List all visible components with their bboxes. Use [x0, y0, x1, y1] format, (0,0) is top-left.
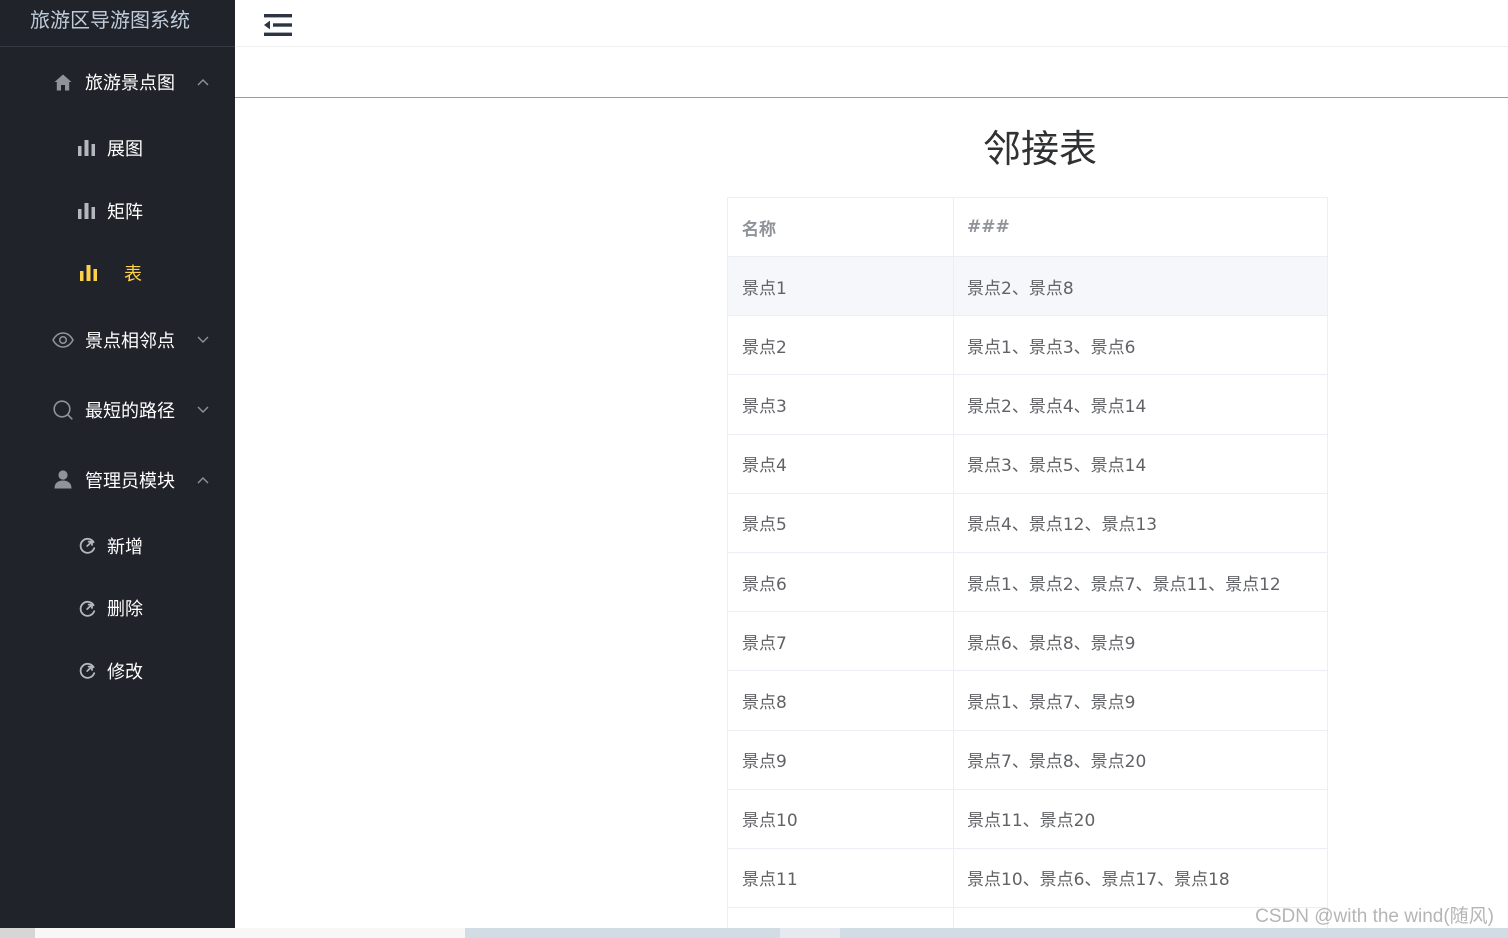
cell-neighbors: 景点1、景点2、景点7、景点11、景点12 — [967, 574, 1281, 595]
adjacency-table: 名称 ### 景点1 景点2、景点8 景点2 景点1、景点3、景点6 景点3 景… — [727, 197, 1328, 928]
cell-neighbors: 景点1、景点7、景点9 — [967, 692, 1136, 713]
chevron-down-icon — [197, 406, 209, 413]
table-row: 景点3 景点2、景点4、景点14 — [728, 375, 1327, 435]
menu-label: 管理员模块 — [85, 470, 175, 492]
cell-neighbors: 景点7、景点8、景点20 — [967, 752, 1147, 773]
chevron-down-icon — [197, 336, 209, 343]
eye-icon — [52, 330, 74, 350]
table-row: 景点9 景点7、景点8、景点20 — [728, 730, 1327, 790]
sidebar-menu: 旅游景点图 展图 矩阵 表 景点相邻点 最短的路径 管理员模块 新增 删除 修改 — [0, 47, 235, 702]
menu-item-label: 删除 — [107, 599, 143, 621]
cell-neighbors: 景点3、景点5、景点14 — [967, 456, 1147, 477]
menu-item-label: 展图 — [107, 139, 143, 161]
fold-icon[interactable] — [264, 13, 292, 37]
cell-neighbors: 景点6、景点8、景点9 — [967, 633, 1136, 654]
table-row: 景点2 景点1、景点3、景点6 — [728, 316, 1327, 376]
cell-neighbors: 景点10、景点6、景点17、景点18 — [967, 870, 1230, 891]
refresh-icon — [78, 599, 96, 617]
table-row: 景点4 景点3、景点5、景点14 — [728, 434, 1327, 494]
menu-label: 最短的路径 — [85, 400, 175, 422]
menu-item-edit[interactable]: 修改 — [0, 640, 235, 703]
menu-admin-module[interactable]: 管理员模块 — [0, 445, 235, 515]
menu-item-delete[interactable]: 删除 — [0, 577, 235, 640]
cell-name: 景点6 — [728, 552, 954, 612]
search-icon — [52, 399, 74, 420]
menu-item-label: 修改 — [107, 661, 143, 683]
refresh-icon — [78, 537, 96, 555]
table-row: 景点10 景点11、景点20 — [728, 789, 1327, 849]
submenu-admin-module: 新增 删除 修改 — [0, 515, 235, 703]
menu-item-label: 矩阵 — [107, 201, 143, 223]
bar-chart-icon — [78, 202, 96, 220]
bar-chart-icon — [80, 264, 98, 282]
top-navbar — [235, 0, 1508, 47]
cell-neighbors: 景点2、景点8 — [967, 278, 1074, 299]
sidebar: 旅游区导游图系统 旅游景点图 展图 矩阵 表 景点相邻点 最短的路径 管理员模块… — [0, 0, 235, 928]
cell-neighbors: 景点2、景点4、景点14 — [967, 396, 1147, 417]
cell-empty — [728, 908, 954, 928]
menu-scenic-map[interactable]: 旅游景点图 — [0, 47, 235, 117]
cell-name: 景点10 — [728, 789, 954, 848]
watermark: CSDN @with the wind(随风) — [1255, 906, 1494, 927]
tags-bar — [235, 47, 1508, 98]
cell-neighbors: 景点11、景点20 — [967, 811, 1096, 832]
cell-name: 景点5 — [728, 493, 954, 552]
table-row-cut-off — [728, 908, 1327, 928]
bottom-strip — [0, 928, 1508, 938]
menu-label: 旅游景点图 — [85, 73, 175, 94]
table-row: 景点11 景点10、景点6、景点17、景点18 — [728, 848, 1327, 909]
menu-label: 景点相邻点 — [85, 330, 175, 352]
cell-name: 景点11 — [728, 848, 954, 908]
column-header-neighbors: ### — [967, 217, 1010, 237]
page-title: 邻接表 — [982, 127, 1097, 171]
user-icon — [52, 470, 74, 490]
menu-item-label: 新增 — [107, 536, 143, 558]
table-row: 景点1 景点2、景点8 — [728, 257, 1327, 317]
home-icon — [52, 72, 74, 92]
cell-name: 景点2 — [728, 316, 954, 375]
table-row: 景点6 景点1、景点2、景点7、景点11、景点12 — [728, 552, 1327, 613]
menu-item-add[interactable]: 新增 — [0, 515, 235, 578]
refresh-icon — [78, 662, 96, 680]
chevron-up-icon — [197, 79, 209, 86]
table-row: 景点7 景点6、景点8、景点9 — [728, 612, 1327, 672]
cell-neighbors: 景点1、景点3、景点6 — [967, 337, 1136, 358]
cell-name: 景点3 — [728, 375, 954, 434]
menu-item-matrix[interactable]: 矩阵 — [0, 180, 235, 243]
cell-name: 景点8 — [728, 671, 954, 730]
cell-name: 景点4 — [728, 434, 954, 493]
table-header-row: 名称 ### — [728, 198, 1327, 257]
cell-name: 景点9 — [728, 730, 954, 789]
table-row: 景点5 景点4、景点12、景点13 — [728, 493, 1327, 553]
chevron-up-icon — [197, 476, 209, 483]
main-content: 邻接表 名称 ### 景点1 景点2、景点8 景点2 景点1、景点3、景点6 景… — [235, 0, 1508, 928]
submenu-scenic-map: 展图 矩阵 表 — [0, 117, 235, 305]
cell-name: 景点7 — [728, 612, 954, 671]
menu-item-show-graph[interactable]: 展图 — [0, 117, 235, 180]
table-row: 景点8 景点1、景点7、景点9 — [728, 671, 1327, 731]
cell-name: 景点1 — [728, 257, 954, 316]
menu-adjacent-spots[interactable]: 景点相邻点 — [0, 305, 235, 375]
column-header-name: 名称 — [728, 198, 954, 256]
menu-item-label: 表 — [124, 264, 142, 286]
cell-neighbors: 景点4、景点12、景点13 — [967, 515, 1158, 536]
app-title: 旅游区导游图系统 — [0, 0, 235, 47]
bar-chart-icon — [78, 139, 96, 157]
menu-item-table[interactable]: 表 — [0, 242, 235, 305]
menu-shortest-path[interactable]: 最短的路径 — [0, 375, 235, 445]
